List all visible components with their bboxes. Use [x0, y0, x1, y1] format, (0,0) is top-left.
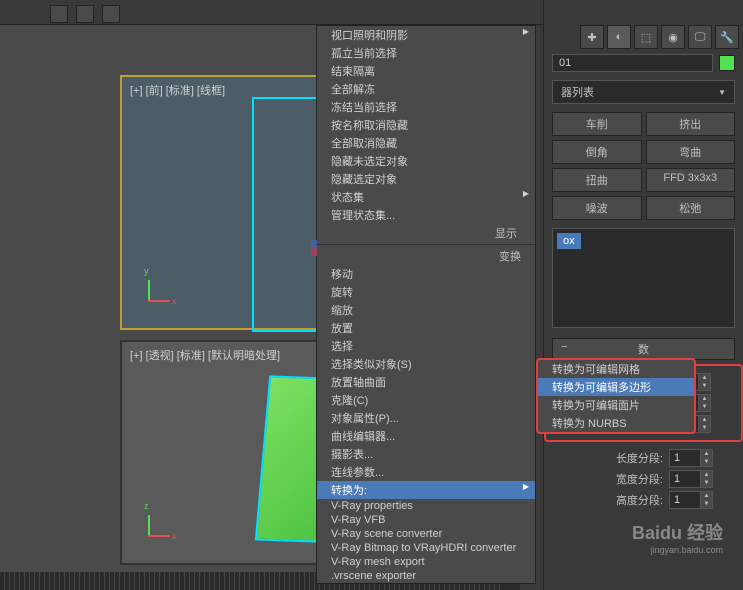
height-seg-label: 高度分段: [603, 492, 663, 508]
convert-to-submenu: 转换为可编辑网格转换为可编辑多边形转换为可编辑面片转换为 NURBS [536, 358, 696, 434]
menu-item[interactable]: 视口照明和阴影 [317, 26, 535, 44]
bevel-button[interactable]: 倒角 [552, 140, 642, 164]
menu-item[interactable]: 全部取消隐藏 [317, 134, 535, 152]
panel-tabs: ✚ ◐ ⬚ ◉ 🖵 🔧 [580, 25, 739, 49]
spinner-up-icon[interactable]: ▲ [698, 416, 710, 424]
transform-toggle[interactable]: 变换 [499, 248, 521, 264]
spinner-up-icon[interactable]: ▲ [700, 492, 712, 500]
menu-item[interactable]: 转换为可编辑网格 [538, 360, 694, 378]
menu-item[interactable]: 对象属性(P)... [317, 409, 535, 427]
object-name-input[interactable] [552, 54, 713, 72]
menu-item[interactable]: 旋转 [317, 283, 535, 301]
menu-item[interactable]: 隐藏未选定对象 [317, 152, 535, 170]
spinner-up-icon[interactable]: ▲ [698, 395, 710, 403]
menu-item[interactable]: V-Ray mesh export [317, 555, 535, 569]
menu-item[interactable]: 转换为: [317, 481, 535, 499]
spinner-down-icon[interactable]: ▼ [700, 500, 712, 508]
create-tab-icon[interactable]: ✚ [580, 25, 604, 49]
spinner-up-icon[interactable]: ▲ [700, 471, 712, 479]
modifier-stack[interactable]: ox [552, 228, 735, 328]
display-toggle[interactable]: 显示 [495, 225, 517, 241]
menu-item[interactable]: 摄影表... [317, 445, 535, 463]
object-color-swatch[interactable] [719, 55, 735, 71]
menu-item[interactable]: 选择 [317, 337, 535, 355]
watermark: Baidu 经验 jingyan.baidu.com [632, 519, 723, 555]
width-seg-label: 宽度分段: [603, 471, 663, 487]
spinner-up-icon[interactable]: ▲ [700, 450, 712, 458]
motion-tab-icon[interactable]: ◉ [661, 25, 685, 49]
menu-item[interactable]: V-Ray scene converter [317, 527, 535, 541]
menu-item[interactable]: 转换为可编辑面片 [538, 396, 694, 414]
menu-item[interactable]: V-Ray Bitmap to VRayHDRI converter [317, 541, 535, 555]
hierarchy-tab-icon[interactable]: ⬚ [634, 25, 658, 49]
command-panel: ✚ ◐ ⬚ ◉ 🖵 🔧 器列表 车削 挤出 倒角 弯曲 扭曲 FFD 3x3x3… [543, 0, 743, 590]
width-seg-input[interactable] [670, 471, 700, 487]
menu-item[interactable]: 冻结当前选择 [317, 98, 535, 116]
relax-button[interactable]: 松弛 [646, 196, 736, 220]
spinner-down-icon[interactable]: ▼ [700, 479, 712, 487]
stack-item-box[interactable]: ox [557, 233, 581, 249]
spinner-up-icon[interactable]: ▲ [698, 374, 710, 382]
menu-item[interactable]: 选择类似对象(S) [317, 355, 535, 373]
menu-item[interactable]: 转换为 NURBS [538, 414, 694, 432]
twist-button[interactable]: 扭曲 [552, 168, 642, 192]
menu-item[interactable]: 转换为可编辑多边形 [538, 378, 694, 396]
toolbar-icon[interactable] [50, 5, 68, 23]
modifier-buttons: 车削 挤出 倒角 弯曲 扭曲 FFD 3x3x3 噪波 松弛 [544, 108, 743, 224]
axis-gizmo: y x [130, 280, 170, 320]
segments-group: 长度分段: ▲▼ 宽度分段: ▲▼ 高度分段: ▲▼ [544, 442, 743, 516]
menu-item[interactable]: 移动 [317, 265, 535, 283]
lathe-button[interactable]: 车削 [552, 112, 642, 136]
menu-item[interactable]: 隐藏选定对象 [317, 170, 535, 188]
menu-item[interactable]: .vrscene exporter [317, 569, 535, 583]
context-menu: 视口照明和阴影孤立当前选择结束隔离全部解冻冻结当前选择按名称取消隐藏全部取消隐藏… [316, 25, 536, 584]
menu-item[interactable]: 连线参数... [317, 463, 535, 481]
toolbar-icon[interactable] [102, 5, 120, 23]
menu-item[interactable]: 按名称取消隐藏 [317, 116, 535, 134]
menu-item[interactable]: 放置轴曲面 [317, 373, 535, 391]
spinner-down-icon[interactable]: ▼ [698, 424, 710, 432]
menu-item[interactable]: 缩放 [317, 301, 535, 319]
spinner-down-icon[interactable]: ▼ [698, 382, 710, 390]
parameters-rollout[interactable]: 数 [552, 338, 735, 360]
spinner-down-icon[interactable]: ▼ [700, 458, 712, 466]
menu-item[interactable]: 放置 [317, 319, 535, 337]
modifier-list-dropdown[interactable]: 器列表 [552, 80, 735, 104]
viewport-label[interactable]: [+] [透视] [标准] [默认明暗处理] [130, 347, 280, 363]
spinner-down-icon[interactable]: ▼ [698, 403, 710, 411]
noise-button[interactable]: 噪波 [552, 196, 642, 220]
extrude-button[interactable]: 挤出 [646, 112, 736, 136]
menu-item[interactable]: 状态集 [317, 188, 535, 206]
height-seg-input[interactable] [670, 492, 700, 508]
menu-item[interactable]: V-Ray properties [317, 499, 535, 513]
menu-item[interactable]: 结束隔离 [317, 62, 535, 80]
bend-button[interactable]: 弯曲 [646, 140, 736, 164]
display-tab-icon[interactable]: 🖵 [688, 25, 712, 49]
modify-tab-icon[interactable]: ◐ [607, 25, 631, 49]
axis-gizmo: z x [130, 515, 170, 555]
menu-item[interactable]: 孤立当前选择 [317, 44, 535, 62]
viewport-label[interactable]: [+] [前] [标准] [线框] [130, 82, 225, 98]
menu-item[interactable]: V-Ray VFB [317, 513, 535, 527]
menu-item[interactable]: 克隆(C) [317, 391, 535, 409]
toolbar-icon[interactable] [76, 5, 94, 23]
menu-item[interactable]: 全部解冻 [317, 80, 535, 98]
length-seg-label: 长度分段: [603, 450, 663, 466]
menu-item[interactable]: 曲线编辑器... [317, 427, 535, 445]
menu-item[interactable]: 管理状态集... [317, 206, 535, 224]
utilities-tab-icon[interactable]: 🔧 [715, 25, 739, 49]
ffd-button[interactable]: FFD 3x3x3 [646, 168, 736, 192]
length-seg-input[interactable] [670, 450, 700, 466]
